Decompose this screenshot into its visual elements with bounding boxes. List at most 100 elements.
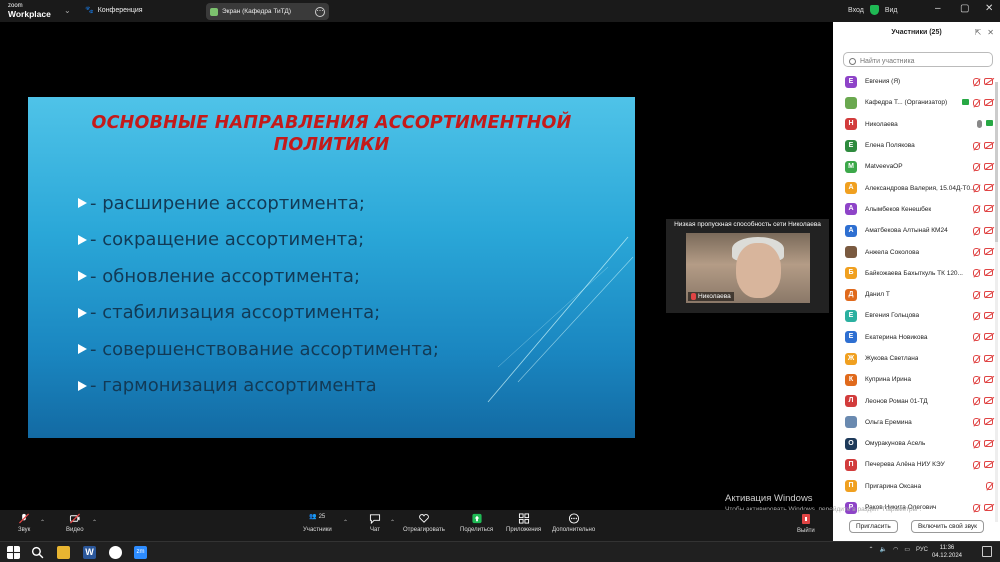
participant-row[interactable]: А Аматбекова Алтынай КМ24 <box>833 220 993 241</box>
participant-status <box>973 354 993 363</box>
mic-muted-icon <box>973 354 980 363</box>
participant-status <box>986 482 993 491</box>
bullet-text: - гармонизация ассортимента <box>90 375 377 397</box>
participant-row[interactable]: Е Екатерина Новикова <box>833 327 993 348</box>
participant-name: Анжела Соколова <box>865 248 920 256</box>
activation-title: Активация Windows <box>725 493 813 504</box>
leave-button[interactable]: Выйти <box>797 513 815 534</box>
participant-row[interactable]: Б Байкожаева Бахыткуль ТК 120... <box>833 263 993 284</box>
audio-button[interactable]: Звук <box>18 513 30 533</box>
signin-button[interactable]: Вход <box>848 7 864 14</box>
view-label: Вид <box>884 6 898 14</box>
word-icon[interactable]: W <box>83 546 96 559</box>
participants-count: 25 <box>318 514 326 520</box>
chevron-down-icon[interactable]: ⌄ <box>64 6 71 15</box>
react-button[interactable]: Отреагировать <box>403 513 445 533</box>
avatar: Ж <box>845 352 857 365</box>
mic-muted-icon <box>973 248 980 257</box>
share-label: Поделиться <box>460 527 494 533</box>
camera-off-icon <box>984 248 993 256</box>
unmute-self-button[interactable]: Включить свой звук <box>910 520 984 533</box>
video-frame: Николаева <box>686 233 810 303</box>
zoom-app-icon[interactable]: zm <box>134 546 147 559</box>
notifications-icon[interactable] <box>982 546 992 557</box>
participant-row[interactable]: Ж Жукова Светлана <box>833 348 993 369</box>
chat-button[interactable]: Чат <box>369 513 381 533</box>
participant-row[interactable]: Н Николаева <box>833 114 993 135</box>
close-icon[interactable]: ✕ <box>987 28 994 37</box>
participants-caret-icon[interactable]: ⌃ <box>343 519 348 526</box>
yandex-browser-icon[interactable] <box>109 546 122 559</box>
more-icon <box>568 513 579 524</box>
windows-start-icon[interactable] <box>7 546 20 559</box>
participant-row[interactable]: А Алымбеков Кенешбек <box>833 199 993 220</box>
participant-row[interactable]: M MatveevaOP <box>833 156 993 177</box>
participant-name: MatveevaOP <box>865 163 903 171</box>
video-button[interactable]: Видео <box>66 513 84 533</box>
participants-button[interactable]: 👥 25 Участники <box>303 513 332 533</box>
search-icon[interactable] <box>31 546 44 559</box>
scrollbar[interactable] <box>995 82 998 522</box>
audio-label: Звук <box>18 527 31 533</box>
mic-muted-icon <box>973 77 980 86</box>
participant-row[interactable]: Л Леонов Роман 01-ТД <box>833 390 993 411</box>
mic-muted-icon <box>19 513 30 524</box>
participant-row[interactable]: Е Евгения (Я) <box>833 71 993 92</box>
shield-icon[interactable] <box>869 5 879 15</box>
more-label: Дополнительно <box>552 527 596 533</box>
more-options-icon[interactable]: ⋯ <box>315 6 325 17</box>
participant-name: Жукова Светлана <box>865 355 919 362</box>
maximize-icon[interactable]: ▢ <box>960 3 969 14</box>
avatar: О <box>845 437 857 450</box>
video-caret-icon[interactable]: ⌃ <box>92 519 97 526</box>
bullet-item: - сокращение ассортимента; <box>78 222 439 259</box>
chat-icon <box>369 514 381 524</box>
minimize-icon[interactable]: – <box>935 3 941 14</box>
popout-icon[interactable]: ⇱ <box>975 28 982 37</box>
participant-row[interactable]: Кафедра Т... (Организатор) <box>833 92 993 113</box>
participant-row[interactable]: П Печерева Алёна НИУ КЭУ <box>833 454 993 475</box>
conference-info-button[interactable]: 🐾 Конференция <box>85 6 143 15</box>
camera-off-icon <box>984 418 993 426</box>
participant-row[interactable]: А Александрова Валерия, 15.04Д-Т0... <box>833 177 993 198</box>
bullet-text: - стабилизация ассортимента; <box>90 302 381 324</box>
participant-status <box>973 77 993 86</box>
file-explorer-icon[interactable] <box>57 546 70 559</box>
participant-status <box>977 120 993 129</box>
participant-row[interactable]: К Куприна Ирина <box>833 369 993 390</box>
camera-off-icon <box>984 333 993 341</box>
screen-share-pill[interactable]: Экран (Кафедра ТиТД) ⋯ <box>206 3 329 20</box>
view-button[interactable]: Вид <box>885 7 898 14</box>
participant-row[interactable]: Анжела Соколова <box>833 241 993 262</box>
participant-status <box>973 439 993 448</box>
slide-title-line1: Основные направления ассортиментной <box>91 113 572 133</box>
slide-bullets: - расширение ассортимента; - сокращение … <box>78 185 439 404</box>
battery-icon[interactable]: ▭ <box>904 546 910 553</box>
wifi-icon[interactable]: ◠ <box>893 546 898 553</box>
apps-button[interactable]: Приложения <box>506 513 541 533</box>
audio-caret-icon[interactable]: ⌃ <box>40 519 45 526</box>
participant-row[interactable]: Ольга Еремина <box>833 412 993 433</box>
chat-caret-icon[interactable]: ⌃ <box>390 519 395 526</box>
participant-row[interactable]: Е Елена Полякова <box>833 135 993 156</box>
camera-off-icon <box>984 354 993 362</box>
speaker-icon[interactable]: 🔈 <box>880 546 887 553</box>
mic-muted-icon <box>973 333 980 342</box>
chevron-up-icon[interactable]: ⌃ <box>869 546 874 553</box>
language-indicator[interactable]: РУС <box>916 547 928 553</box>
more-button[interactable]: Дополнительно <box>552 513 595 533</box>
participant-row[interactable]: Е Евгения Гольцова <box>833 305 993 326</box>
share-button[interactable]: Поделиться <box>460 513 493 533</box>
camera-off-icon <box>984 269 993 277</box>
participant-status <box>973 333 993 342</box>
participant-video-tile[interactable]: Низкая пропускная способность сети Никол… <box>666 219 829 313</box>
participant-row[interactable]: О Омуракунова Асель <box>833 433 993 454</box>
invite-button[interactable]: Пригласить <box>849 520 898 533</box>
participant-row[interactable]: Д Данил Т <box>833 284 993 305</box>
search-input[interactable]: Найти участника <box>843 52 993 67</box>
camera-off-icon <box>984 311 993 319</box>
close-icon[interactable]: ✕ <box>985 3 993 14</box>
avatar: Л <box>845 395 857 408</box>
clock[interactable]: 11:36 04.12.2024 <box>932 544 962 560</box>
participant-status <box>973 269 993 278</box>
